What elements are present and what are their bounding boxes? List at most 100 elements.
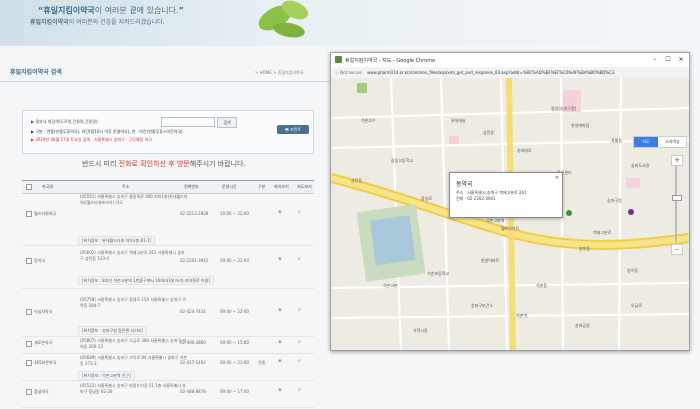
map-label: 석촌고분역 [486,218,505,223]
map-search-icon[interactable]: ⌕ [298,307,301,313]
map-label: 송파대로 [517,148,532,153]
header-map: 지도보기 [297,184,312,189]
url-text[interactable]: www.pharm114.or.kr/common_files/asp/xml_… [367,70,614,75]
pharmacy-hours: 10:00 ~ 22:00 [220,211,249,216]
location-icon[interactable]: ◈ [278,387,282,393]
search-summary: ▶ 2019년 08월 17일 토요일 검색 · 서울특별시 송파구 · 근무예… [31,137,152,142]
zoom-out-icon[interactable]: – [671,244,683,255]
pharmacy-phone: 02-2202-3941 [180,258,209,263]
location-note: [위치정보 : 8호선 석촌고분역 1번출구에서 100m(1분거리)-지하철로… [78,276,214,285]
maximize-icon[interactable]: ☐ [662,55,674,65]
location-icon[interactable]: ◈ [278,307,282,313]
pharmacy-phone: 02-488-8878 [180,389,206,394]
pharmacy-address: (05602) 서울특별시 송파구 백제고분로 261 서울특별시 송파구 삼전… [80,250,185,261]
row-checkbox[interactable] [26,258,32,264]
map-search-icon[interactable]: ⌕ [298,209,301,215]
map-search-icon[interactable]: ⌕ [298,387,301,393]
visit-notice: 반드시 미리 전화로 확인하신 후 방문해주시기 바랍니다. [82,160,246,168]
category-legend: ▶ 구분 : 연중(연중무휴약국), 야간(밤10시 이후 운영약국), 연 ·… [31,129,183,134]
pharmacy-hours: 09:00 ~ 22:00 [220,258,249,263]
map-label: 석촌역 [516,313,528,318]
map-type-skyview[interactable]: 스카이뷰 [659,137,686,147]
pharmacy-hours: 09:00 ~ 22:00 [220,309,249,314]
infobox-details: 주소 : 서울특별시 송파구 백제고분로 261 전화 : 02-2202-39… [456,190,556,202]
header-phone: 전화번호 [184,184,199,189]
map-search-icon[interactable]: ⌕ [298,339,301,345]
pharmacy-name: 새로온약국 [34,340,53,345]
close-icon[interactable]: ✕ [675,55,687,65]
pharmacy-address: (05807) 서울특별시 송파구 오금로 380 서울특별시 송파구 거여동 … [80,338,186,349]
minimize-icon[interactable]: – [649,55,661,65]
pharmacy-hours: 09:00 ~ 15:00 [220,340,249,345]
row-checkbox[interactable] [26,211,32,217]
map-label: 석촌초등학교 [427,271,450,276]
pharmacy-address: (05512) 서울특별시 송파구 바람드리길 51 1층 서울특별시 송파구 … [80,383,186,394]
pharmacy-address: (05551) 서울특별시 송파구 올림픽로 300 지하1층(롯데월드타워)(… [80,194,188,205]
pharmacy-name: 365바른약국 [34,360,57,365]
row-checkbox[interactable] [26,360,32,366]
row-checkbox[interactable] [26,341,32,347]
page-title: 휴일지킴이약국 검색 [10,69,62,76]
infobox-close-icon[interactable]: ✕ [555,175,559,181]
hero-slogan: “휴일지킴이약국이 여러분 곁에 있습니다.” [38,6,184,15]
app-icon [335,56,342,63]
table-row: 녹십자약국 (05758) 서울특별시 송파구 중대로 150 서울특별시 송파… [22,289,314,337]
map-label: 백제고분로 [593,230,612,235]
not-secure-badge[interactable]: ⓘ Not secure [335,70,362,76]
map-label: 헬리오아트 [501,226,520,231]
row-checkbox[interactable] [26,389,32,395]
map-label: 송파도서관 [631,163,650,168]
popup-titlebar[interactable]: 휴일지킴이약국 - 지도 - Google Chrome – ☐ ✕ [331,53,689,68]
pharmacy-infobox: 동약국 주소 : 서울특별시 송파구 백제고분로 261 전화 : 02-220… [449,172,563,218]
pharmacy-name: 녹십자약국 [34,309,53,314]
map-type-map[interactable]: 지도 [634,137,658,147]
pharmacy-address: (05758) 서울특별시 송파구 중대로 150 서울특별시 송파구 가락동 … [80,297,186,308]
leaf-decoration-icon [258,0,309,38]
pharmacy-name: 동약국 [34,258,46,263]
zoom-slider-handle[interactable] [672,195,682,201]
location-icon[interactable]: ◈ [278,358,282,364]
pharmacy-hours: 09:00 ~ 17:00 [220,389,249,394]
zoom-slider-track[interactable] [675,166,677,242]
map-label: 방이동 [627,268,639,273]
search-button[interactable]: 검색 [217,117,237,128]
search-panel: ▶ 결과내 재검색(도로명,건물명,건물명): 검색 ▶ 구분 : 연중(연중무… [22,110,314,154]
search-input[interactable] [161,117,215,127]
row-checkbox[interactable] [26,309,32,315]
hero-subtitle: 휴일지킴이약국이 여러분의 건강을 지켜드리겠습니다. [30,19,165,26]
breadcrumb[interactable]: > HOME > 휴일지킴이약국 [255,70,303,76]
map-type-toggle: 지도 스카이뷰 [633,136,687,148]
map-label: 잠실고등학교 [391,158,414,163]
map-label: 잠실(송파구청) [551,106,577,111]
pharmacy-hours: 09:00 ~ 21:00 [220,360,249,365]
map-label: 오금로 [631,303,643,308]
pharmacy-phone: 02-400-3860 [180,340,206,345]
map-search-icon[interactable]: ⌕ [298,358,301,364]
location-icon[interactable]: ◈ [278,209,282,215]
map-label: 갈월동 [611,138,623,143]
table-row: 풍납약국 (05512) 서울특별시 송파구 바람드리길 51 1층 서울특별시… [22,381,314,408]
location-note: [위치정보 : 롯데월드타워 지하1층 B1-1] [78,236,156,245]
page-header: 휴일지킴이약국 검색 > HOME > 휴일지킴이약국 [0,61,330,82]
header-location: 위치보기 [274,184,289,189]
map-view[interactable]: 잠실(송파구청) 석촌고분역 송파구청 석촌고분 석촌초등학교 잠실고등학교 석… [331,78,689,350]
location-icon[interactable]: ◈ [278,256,282,262]
map-label: 석촌호수 [361,118,376,123]
map-label: 석촌고분 [383,283,398,288]
header-address: 주소 [122,184,130,189]
pharmacy-name: 월드타워약국 [34,211,57,216]
popup-title: 휴일지킴이약국 - 지도 - Google Chrome [345,58,436,64]
search-label: ▶ 결과내 재검색(도로명,건물명,건물명): [31,119,99,124]
map-popup-window: 휴일지킴이약국 - 지도 - Google Chrome – ☐ ✕ ⓘ Not… [330,52,690,351]
map-label: 한양아파트 [481,258,500,263]
map-label: 송파공원 [575,323,590,328]
zoom-control: + – [671,155,683,255]
pharmacy-phone: 02-417-1402 [180,360,206,365]
zoom-in-icon[interactable]: + [671,155,683,166]
map-label: 석촌동 [536,283,548,288]
map-search-icon[interactable]: ⌕ [298,256,301,262]
pharmacy-phone: 02-3213-2828 [180,211,209,216]
print-button[interactable]: 🖶 프린트 [277,125,309,134]
location-icon[interactable]: ◈ [278,339,282,345]
select-all-checkbox[interactable] [26,184,32,190]
